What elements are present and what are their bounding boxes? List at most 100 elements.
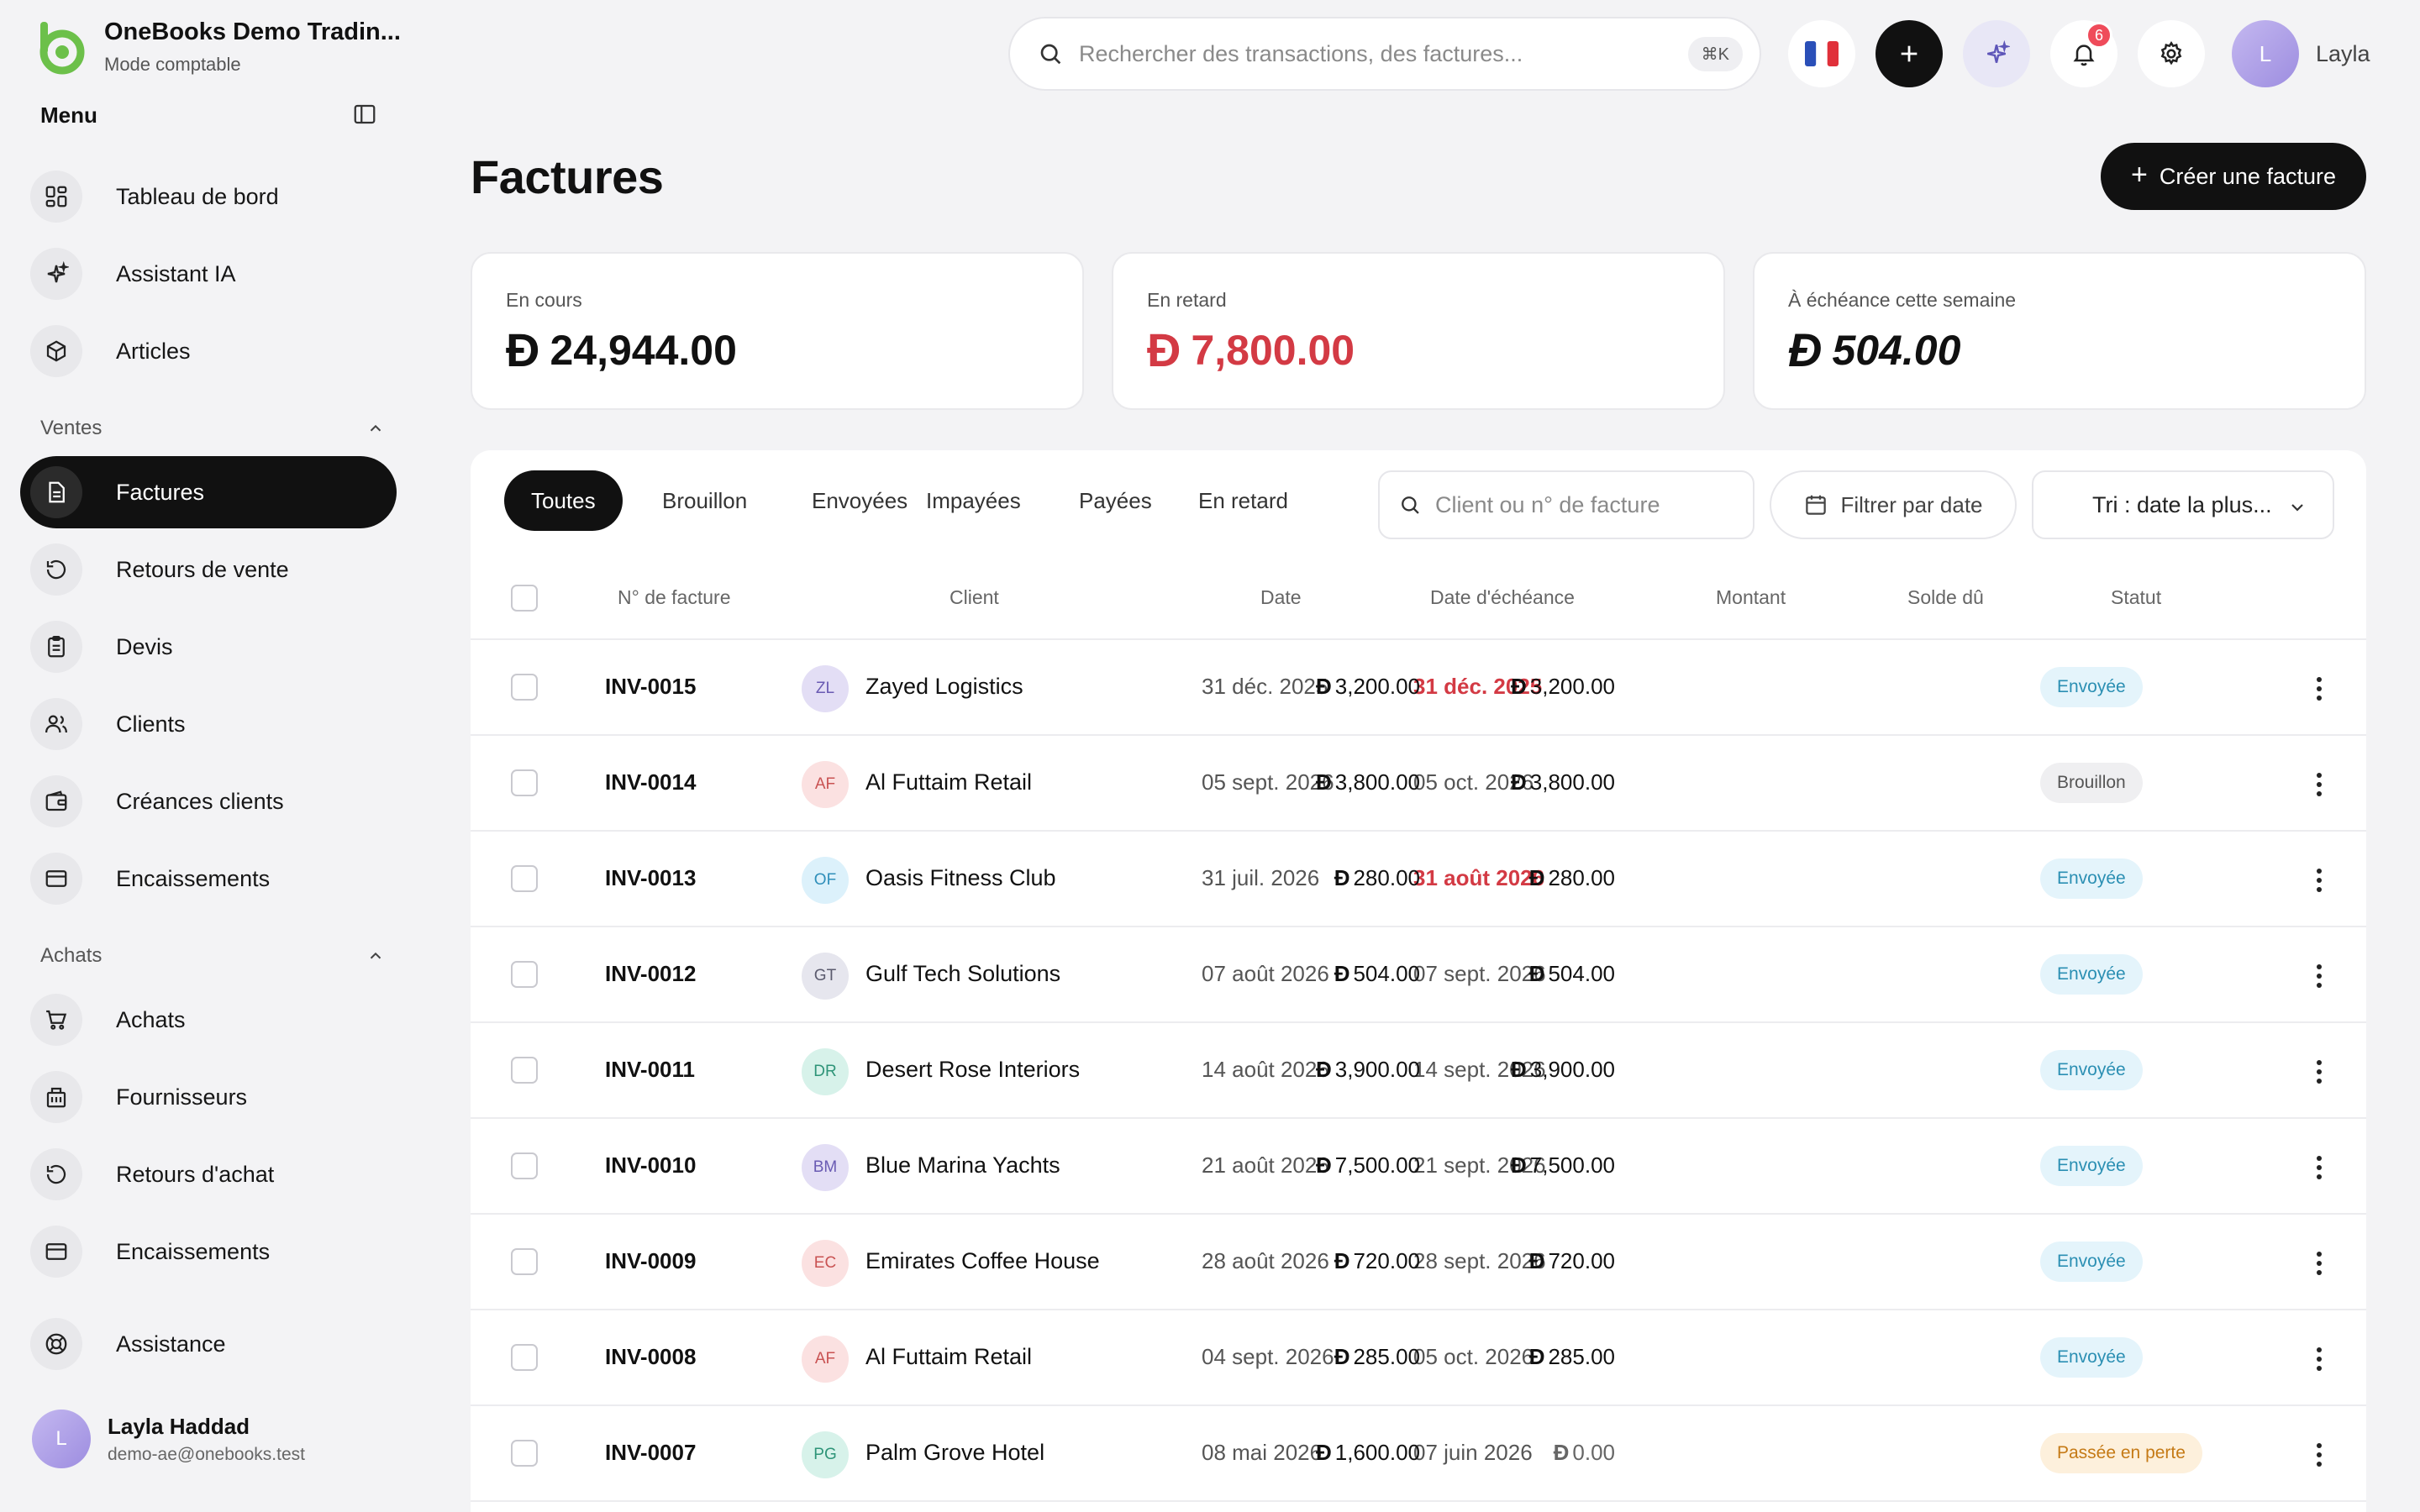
more-actions-icon[interactable]: [2302, 1342, 2336, 1376]
search-input[interactable]: [1079, 40, 1650, 67]
column-header-due-date[interactable]: Date d'échéance: [1430, 586, 1575, 609]
summary-amount: 24,944.00: [550, 326, 737, 374]
global-search[interactable]: ⌘K: [1008, 17, 1761, 91]
invoice-number[interactable]: INV-0012: [605, 961, 696, 987]
settings-button[interactable]: [2138, 20, 2205, 87]
row-checkbox[interactable]: [511, 1440, 538, 1467]
row-checkbox[interactable]: [511, 769, 538, 796]
tab-unpaid[interactable]: Impayées: [899, 470, 1048, 531]
sidebar-item-suppliers[interactable]: Fournisseurs: [20, 1061, 397, 1133]
sidebar-item-support[interactable]: Assistance: [20, 1308, 397, 1380]
invoice-number[interactable]: INV-0010: [605, 1152, 696, 1179]
sidebar-item-label: Articles: [116, 338, 191, 364]
more-actions-icon[interactable]: [2302, 768, 2336, 801]
section-sales[interactable]: Ventes: [40, 412, 385, 445]
invoice-number[interactable]: INV-0014: [605, 769, 696, 795]
sidebar-item-ai-assistant[interactable]: Assistant IA: [20, 238, 397, 310]
more-actions-icon[interactable]: [2302, 1151, 2336, 1184]
top-user-menu[interactable]: L Layla: [2232, 20, 2370, 87]
table-row[interactable]: INV-0009 EC Emirates Coffee House 28 août 2…: [471, 1215, 2366, 1310]
sidebar-collapse-icon[interactable]: [351, 101, 378, 128]
more-actions-icon[interactable]: [2302, 1247, 2336, 1280]
create-invoice-label: Créer une facture: [2159, 163, 2336, 189]
card-icon: [30, 853, 82, 905]
select-all-checkbox[interactable]: [511, 585, 538, 612]
client-avatar: AF: [802, 1336, 849, 1383]
sort-select[interactable]: Tri : date la plus...: [2032, 470, 2334, 539]
tab-overdue[interactable]: En retard: [1171, 470, 1315, 531]
row-checkbox[interactable]: [511, 1248, 538, 1275]
column-header-status[interactable]: Statut: [2111, 586, 2161, 609]
row-checkbox[interactable]: [511, 865, 538, 892]
sidebar-item-clients[interactable]: Clients: [20, 688, 397, 760]
sidebar-item-sales-returns[interactable]: Retours de vente: [20, 533, 397, 606]
tab-draft[interactable]: Brouillon: [635, 470, 774, 531]
row-checkbox[interactable]: [511, 961, 538, 988]
sidebar-item-articles[interactable]: Articles: [20, 315, 397, 387]
ai-assistant-button[interactable]: [1963, 20, 2030, 87]
invoice-number[interactable]: INV-0009: [605, 1248, 696, 1274]
sidebar-item-invoices[interactable]: Factures: [20, 456, 397, 528]
invoice-number[interactable]: INV-0008: [605, 1344, 696, 1370]
table-row[interactable]: INV-0014 AF Al Futtaim Retail 05 sept. 2026…: [471, 736, 2366, 832]
invoice-number[interactable]: INV-0011: [605, 1057, 695, 1083]
table-row[interactable]: INV-0015 ZL Zayed Logistics 31 déc. 2025 31 …: [471, 640, 2366, 736]
invoice-date: 05 sept. 2026: [1202, 769, 1334, 795]
table-row[interactable]: INV-0008 AF Al Futtaim Retail 04 sept. 2026…: [471, 1310, 2366, 1406]
sort-value: Tri : date la plus...: [2092, 491, 2272, 517]
quick-add-button[interactable]: [1876, 20, 1943, 87]
row-checkbox[interactable]: [511, 1152, 538, 1179]
sidebar-item-purchase-returns[interactable]: Retours d'achat: [20, 1138, 397, 1210]
column-header-amount[interactable]: Montant: [1716, 586, 1786, 609]
amount: Ð 1,600.00: [1316, 1440, 1420, 1466]
table-row[interactable]: INV-0011 DR Desert Rose Interiors 14 août 2…: [471, 1023, 2366, 1119]
dirham-currency-icon: Ð: [1528, 1248, 1545, 1273]
table-row[interactable]: INV-0013 OF Oasis Fitness Club 31 juil. 202…: [471, 832, 2366, 927]
column-header-date[interactable]: Date: [1260, 586, 1302, 609]
row-checkbox[interactable]: [511, 1057, 538, 1084]
invoice-number[interactable]: INV-0007: [605, 1440, 696, 1466]
summary-card-in-progress: En cours Ð 24,944.00: [471, 252, 1084, 410]
sidebar-item-quotes[interactable]: Devis: [20, 611, 397, 683]
column-header-client[interactable]: Client: [950, 586, 999, 609]
sidebar-item-purchases[interactable]: Achats: [20, 984, 397, 1056]
sidebar-item-collections-purchases[interactable]: Encaissements: [20, 1215, 397, 1288]
create-invoice-button[interactable]: + Créer une facture: [2101, 143, 2366, 210]
plus-icon: [1897, 42, 1921, 66]
summary-card-overdue: En retard Ð 7,800.00: [1112, 252, 1725, 410]
summary-value: Ð 504.00: [1788, 323, 1960, 377]
balance-value: 285.00: [1548, 1344, 1615, 1369]
date-filter-button[interactable]: Filtrer par date: [1770, 470, 2017, 539]
tab-paid[interactable]: Payées: [1052, 470, 1179, 531]
more-actions-icon[interactable]: [2302, 959, 2336, 993]
more-actions-icon[interactable]: [2302, 864, 2336, 897]
client-filter[interactable]: [1378, 470, 1754, 539]
section-purchases[interactable]: Achats: [40, 939, 385, 973]
table-row[interactable]: INV-0007 PG Palm Grove Hotel 08 mai 2026 07 …: [471, 1406, 2366, 1502]
tab-all[interactable]: Toutes: [504, 470, 623, 531]
sidebar-item-dashboard[interactable]: Tableau de bord: [20, 160, 397, 233]
invoice-number[interactable]: INV-0013: [605, 865, 696, 891]
row-checkbox[interactable]: [511, 1344, 538, 1371]
more-actions-icon[interactable]: [2302, 1438, 2336, 1472]
invoice-number[interactable]: INV-0015: [605, 674, 696, 700]
column-header-balance[interactable]: Solde dû: [1907, 586, 1984, 609]
more-actions-icon[interactable]: [2302, 1055, 2336, 1089]
language-button[interactable]: [1788, 20, 1855, 87]
sidebar-user[interactable]: L Layla Haddad demo-ae@onebooks.test: [32, 1410, 305, 1468]
balance-value: 720.00: [1548, 1248, 1615, 1273]
table-row[interactable]: INV-0010 BM Blue Marina Yachts 21 août 2026…: [471, 1119, 2366, 1215]
amount-value: 1,600.00: [1334, 1440, 1420, 1465]
org-name[interactable]: OneBooks Demo Tradin...: [104, 18, 401, 46]
amount-value: 280.00: [1353, 865, 1420, 890]
row-checkbox[interactable]: [511, 674, 538, 701]
notifications-button[interactable]: 6: [2050, 20, 2118, 87]
more-actions-icon[interactable]: [2302, 672, 2336, 706]
due-date: 28 sept. 2026: [1413, 1248, 1546, 1273]
table-row[interactable]: INV-0012 GT Gulf Tech Solutions 07 août 202…: [471, 927, 2366, 1023]
column-header-number[interactable]: N° de facture: [618, 586, 731, 609]
dirham-currency-icon: Ð: [1511, 674, 1527, 699]
sidebar-item-receivables[interactable]: Créances clients: [20, 765, 397, 837]
sidebar-item-collections-sales[interactable]: Encaissements: [20, 843, 397, 915]
client-filter-input[interactable]: [1435, 491, 1738, 518]
